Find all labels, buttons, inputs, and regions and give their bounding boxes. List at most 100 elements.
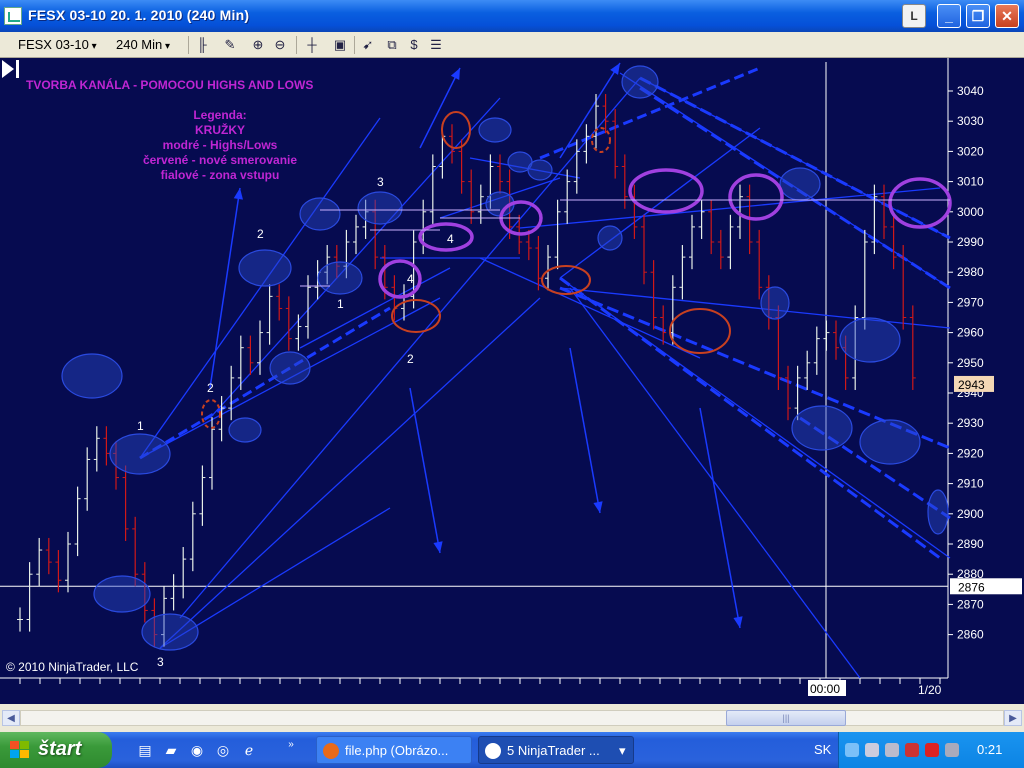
highs-lows-circle: [927, 489, 949, 535]
wave-label: 3: [377, 175, 384, 189]
wave-label: 4: [407, 272, 414, 286]
price-tick-label: 3030: [957, 114, 984, 128]
highs-lows-circle: [269, 351, 311, 385]
instrument-selector[interactable]: FESX 03-10: [18, 35, 97, 55]
skip-to-end-icon[interactable]: [0, 58, 22, 80]
title-bar: FESX 03-10 20. 1. 2010 (240 Min) L _ ❐ ✕: [0, 0, 1024, 32]
show-desktop-icon[interactable]: ▤: [136, 741, 154, 759]
price-tick-label: 2930: [957, 416, 984, 430]
scroll-right-icon[interactable]: ▶: [1004, 710, 1022, 726]
language-indicator[interactable]: SK: [814, 742, 831, 757]
wave-label: 2: [207, 381, 214, 395]
start-label: štart: [38, 738, 82, 760]
taskbar: štart ▤ ▰ ◉ ◎ ℯ » file.php (Obrázo... 5 …: [0, 732, 1024, 768]
highs-lows-circle: [357, 191, 403, 225]
direction-arrow-line: [209, 187, 241, 389]
start-button[interactable]: štart: [0, 732, 112, 768]
bar-style-icon[interactable]: ╟: [194, 37, 210, 53]
legend-line: modré - Highs/Lows: [162, 138, 278, 152]
new-direction-circle: [669, 308, 731, 354]
highs-lows-circle: [317, 261, 363, 295]
interval-selector[interactable]: 240 Min: [116, 35, 170, 55]
price-tick-label: 2950: [957, 356, 984, 370]
legend-line: červené - nové smerovanie: [142, 153, 298, 167]
highs-lows-circle: [621, 65, 659, 99]
highs-lows-circle: [791, 405, 853, 451]
volume-icon[interactable]: [945, 743, 959, 757]
highs-lows-circle: [93, 575, 151, 613]
direction-arrow-line: [699, 407, 741, 629]
minimize-button[interactable]: _: [937, 4, 961, 28]
monitor-icon[interactable]: [885, 743, 899, 757]
chart-heading: TVORBA KANÁLA - POMOCOU HIGHS AND LOWS: [26, 78, 314, 92]
direction-arrowhead-icon: [610, 63, 620, 75]
wave-label: 2: [257, 227, 264, 241]
direction-arrowhead-icon: [593, 501, 603, 513]
firefox-task-icon: [323, 743, 339, 759]
quick-launch-more-icon[interactable]: »: [282, 736, 300, 754]
network-icon[interactable]: [865, 743, 879, 757]
security-shield-icon[interactable]: [905, 743, 919, 757]
task-ninjatrader[interactable]: 5 NinjaTrader ... ▾: [478, 736, 634, 764]
scroll-thumb[interactable]: |||: [726, 710, 846, 726]
drawing-pencil-icon[interactable]: ✎: [222, 37, 238, 53]
account-icon[interactable]: $: [406, 37, 422, 53]
strategy-icon[interactable]: ➹: [360, 37, 376, 53]
highs-lows-circle: [299, 197, 341, 231]
highs-lows-circle: [839, 317, 901, 363]
legend-line: Legenda:: [193, 108, 247, 122]
toolbar-separator: [354, 36, 355, 54]
highs-lows-circle: [779, 167, 821, 201]
channel-trend-line: [159, 297, 541, 649]
price-tick-label: 2920: [957, 446, 984, 460]
price-tick-label: 2970: [957, 295, 984, 309]
new-direction-circle: [441, 111, 471, 149]
price-tick-label: 3020: [957, 144, 984, 158]
ninjatrader-icon[interactable]: ◎: [214, 741, 232, 759]
current-price-label: 2943: [958, 378, 985, 392]
time-marker-label: 00:00: [810, 682, 840, 696]
direction-arrow-line: [559, 62, 621, 159]
clock: 0:21: [977, 742, 1003, 757]
copyright-text: © 2010 NinjaTrader, LLC: [6, 660, 139, 674]
highs-lows-circle: [859, 419, 921, 465]
legend-line: KRUŽKY: [195, 123, 245, 137]
maximize-button[interactable]: ❐: [966, 4, 990, 28]
highs-lows-circle: [141, 613, 199, 651]
price-tick-label: 2900: [957, 507, 984, 521]
task-firefox[interactable]: file.php (Obrázo...: [316, 736, 472, 764]
link-button[interactable]: L: [902, 4, 926, 28]
price-tick-label: 2960: [957, 326, 984, 340]
direction-arrow-line: [409, 387, 441, 554]
horizontal-scrollbar[interactable]: ◀ ||| ▶: [0, 704, 1024, 732]
tray-expand-icon[interactable]: [845, 743, 859, 757]
wave-label: 4: [447, 232, 454, 246]
entry-zone-circle: [418, 222, 474, 252]
indicator-icon[interactable]: ⧉: [384, 37, 400, 53]
price-tick-label: 3040: [957, 84, 984, 98]
zoom-in-icon[interactable]: ⊕: [250, 37, 266, 53]
crosshair-icon[interactable]: ┼: [304, 37, 320, 53]
close-button[interactable]: ✕: [995, 4, 1019, 28]
firefox-icon[interactable]: ◉: [188, 741, 206, 759]
wave-label: 1: [337, 297, 344, 311]
scroll-track[interactable]: [20, 710, 1004, 726]
task-label: file.php (Obrázo...: [345, 743, 449, 758]
highs-lows-circle: [760, 286, 790, 320]
scroll-left-icon[interactable]: ◀: [2, 710, 20, 726]
antivirus-icon[interactable]: [925, 743, 939, 757]
zoom-out-icon[interactable]: ⊖: [272, 37, 288, 53]
folder-icon[interactable]: ▰: [162, 741, 180, 759]
price-chart[interactable]: 3040 3030 3020 3010 3000 2990 2980 2970 2960 2950…: [0, 58, 1024, 704]
new-direction-circle: [391, 299, 441, 333]
window-title: FESX 03-10 20. 1. 2010 (240 Min): [28, 7, 250, 23]
wave-label: 3: [157, 655, 164, 669]
price-tick-label: 2890: [957, 537, 984, 551]
internet-explorer-icon[interactable]: ℯ: [240, 741, 258, 759]
data-box-icon[interactable]: ☰: [428, 37, 444, 53]
chart-legend: Legenda: KRUŽKY modré - Highs/Lows červe…: [80, 108, 360, 183]
task-group-chevron-icon[interactable]: ▾: [619, 737, 626, 763]
direction-arrowhead-icon: [233, 188, 243, 200]
properties-icon[interactable]: ▣: [332, 37, 348, 53]
direction-arrow-line: [419, 67, 461, 149]
